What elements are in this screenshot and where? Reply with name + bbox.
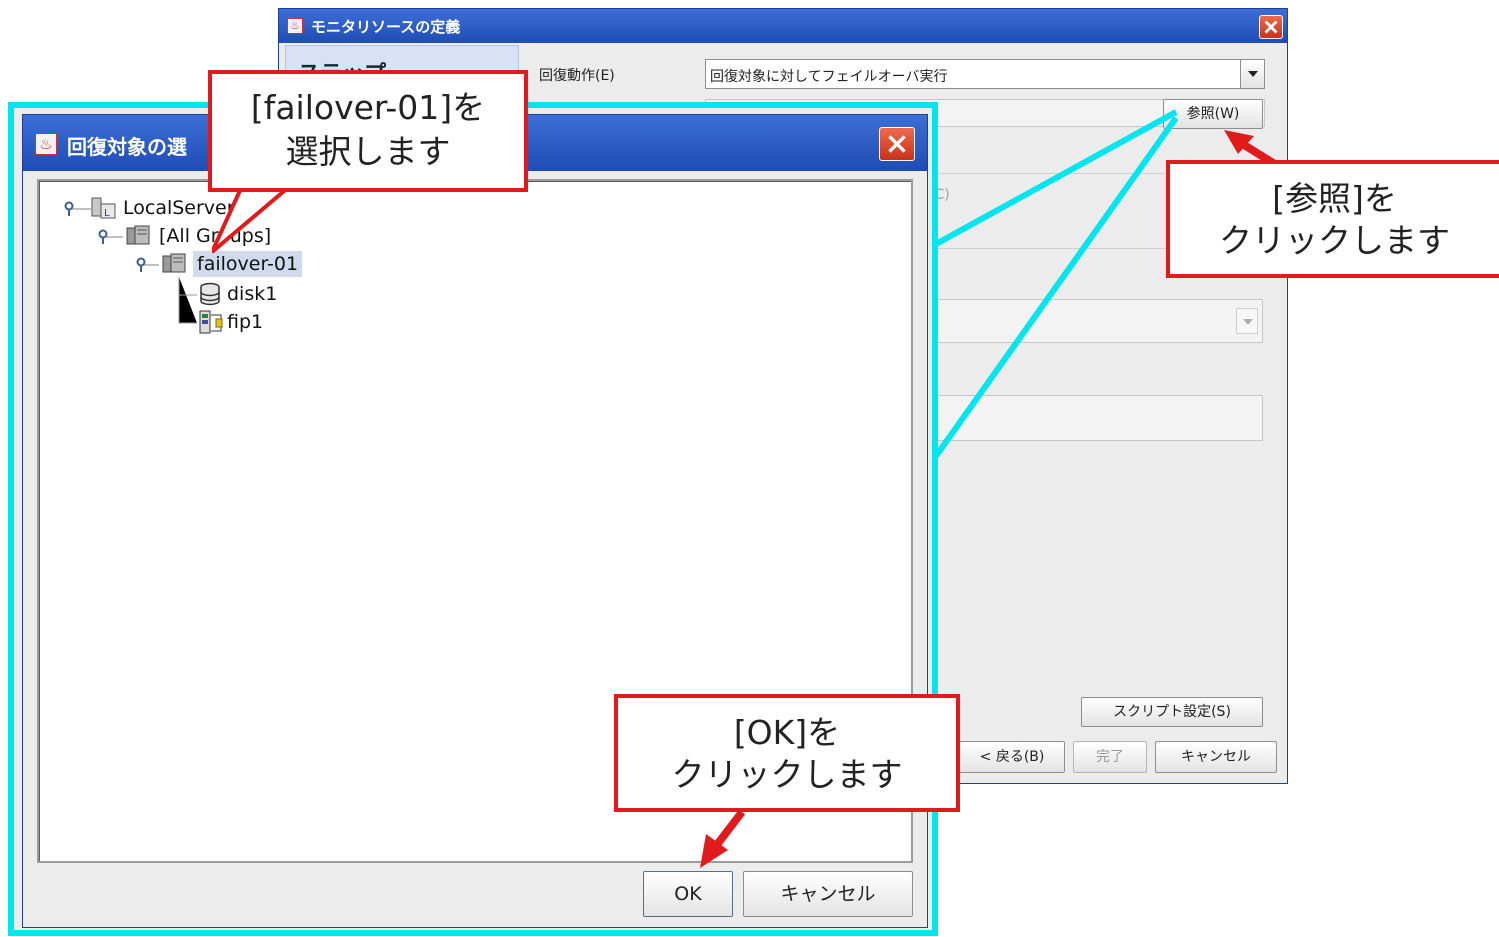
browse-callout-line1: [参照]を bbox=[1272, 179, 1397, 218]
ok-callout-line2: クリックします bbox=[671, 755, 903, 794]
disk-icon bbox=[200, 282, 220, 306]
back-button[interactable]: < 戻る(B) bbox=[959, 741, 1065, 773]
tree-node-label: disk1 bbox=[227, 283, 278, 305]
disabled-text-field bbox=[899, 395, 1263, 441]
disabled-select bbox=[899, 299, 1263, 343]
dialog-cancel-button[interactable]: キャンセル bbox=[743, 871, 913, 917]
chevron-down-icon bbox=[1248, 71, 1258, 77]
floating-ip-icon bbox=[199, 310, 223, 334]
script-settings-label: スクリプト設定(S) bbox=[1113, 704, 1231, 720]
ok-callout-arrow bbox=[700, 809, 746, 868]
select-callout-line1: [failover-01]を bbox=[250, 88, 486, 127]
chevron-down-icon bbox=[1243, 319, 1253, 325]
group-icon bbox=[162, 253, 186, 273]
finish-button[interactable]: 完了 bbox=[1073, 741, 1147, 773]
browse-button-label: 参照(W) bbox=[1186, 106, 1240, 122]
recovery-action-label: 回復動作(E) bbox=[539, 68, 615, 84]
close-icon bbox=[1264, 20, 1278, 34]
monitor-resource-close-button[interactable] bbox=[1259, 15, 1283, 39]
browse-callout: [参照]を クリックします bbox=[1166, 160, 1499, 278]
monitor-resource-titlebar: ♨ モニタリソースの定義 bbox=[279, 9, 1287, 43]
ok-callout: [OK]を クリックします bbox=[614, 694, 960, 812]
close-icon bbox=[888, 135, 906, 153]
wizard-cancel-button[interactable]: キャンセル bbox=[1155, 741, 1277, 773]
server-icon: L bbox=[91, 197, 116, 219]
finish-button-label: 完了 bbox=[1096, 749, 1124, 765]
ok-button[interactable]: OK bbox=[643, 871, 733, 917]
browse-callout-line2: クリックします bbox=[1219, 221, 1450, 260]
script-settings-button[interactable]: スクリプト設定(S) bbox=[1081, 697, 1263, 727]
ok-callout-line1: [OK]を bbox=[733, 713, 841, 752]
recovery-action-select[interactable]: 回復対象に対してフェイルオーバ実行 bbox=[705, 59, 1265, 89]
expand-handle-icon[interactable] bbox=[135, 257, 147, 273]
dialog-cancel-label: キャンセル bbox=[780, 883, 876, 905]
expand-handle-icon[interactable] bbox=[97, 229, 109, 245]
tree-node-label: fip1 bbox=[227, 311, 264, 333]
select-callout-pointer bbox=[212, 186, 294, 254]
recovery-action-dropdown-button[interactable] bbox=[1240, 60, 1264, 88]
back-button-label: < 戻る(B) bbox=[979, 749, 1045, 765]
recovery-target-title: 回復対象の選 bbox=[67, 135, 187, 159]
recovery-action-value: 回復対象に対してフェイルオーバ実行 bbox=[710, 69, 948, 85]
browse-button[interactable]: 参照(W) bbox=[1163, 99, 1263, 129]
ok-button-label: OK bbox=[674, 883, 702, 905]
java-app-icon: ♨ bbox=[35, 133, 57, 155]
expand-handle-icon[interactable] bbox=[63, 201, 75, 217]
java-app-icon: ♨ bbox=[287, 18, 303, 34]
group-icon bbox=[126, 225, 150, 245]
select-callout-line2: 選択します bbox=[285, 132, 451, 171]
select-callout: [failover-01]を 選択します bbox=[208, 70, 528, 192]
recovery-target-close-button[interactable] bbox=[879, 127, 915, 161]
wizard-cancel-label: キャンセル bbox=[1181, 749, 1251, 765]
disabled-select-arrow bbox=[1236, 308, 1258, 334]
svg-text:L: L bbox=[104, 208, 110, 219]
monitor-resource-title: モニタリソースの定義 bbox=[311, 18, 461, 36]
